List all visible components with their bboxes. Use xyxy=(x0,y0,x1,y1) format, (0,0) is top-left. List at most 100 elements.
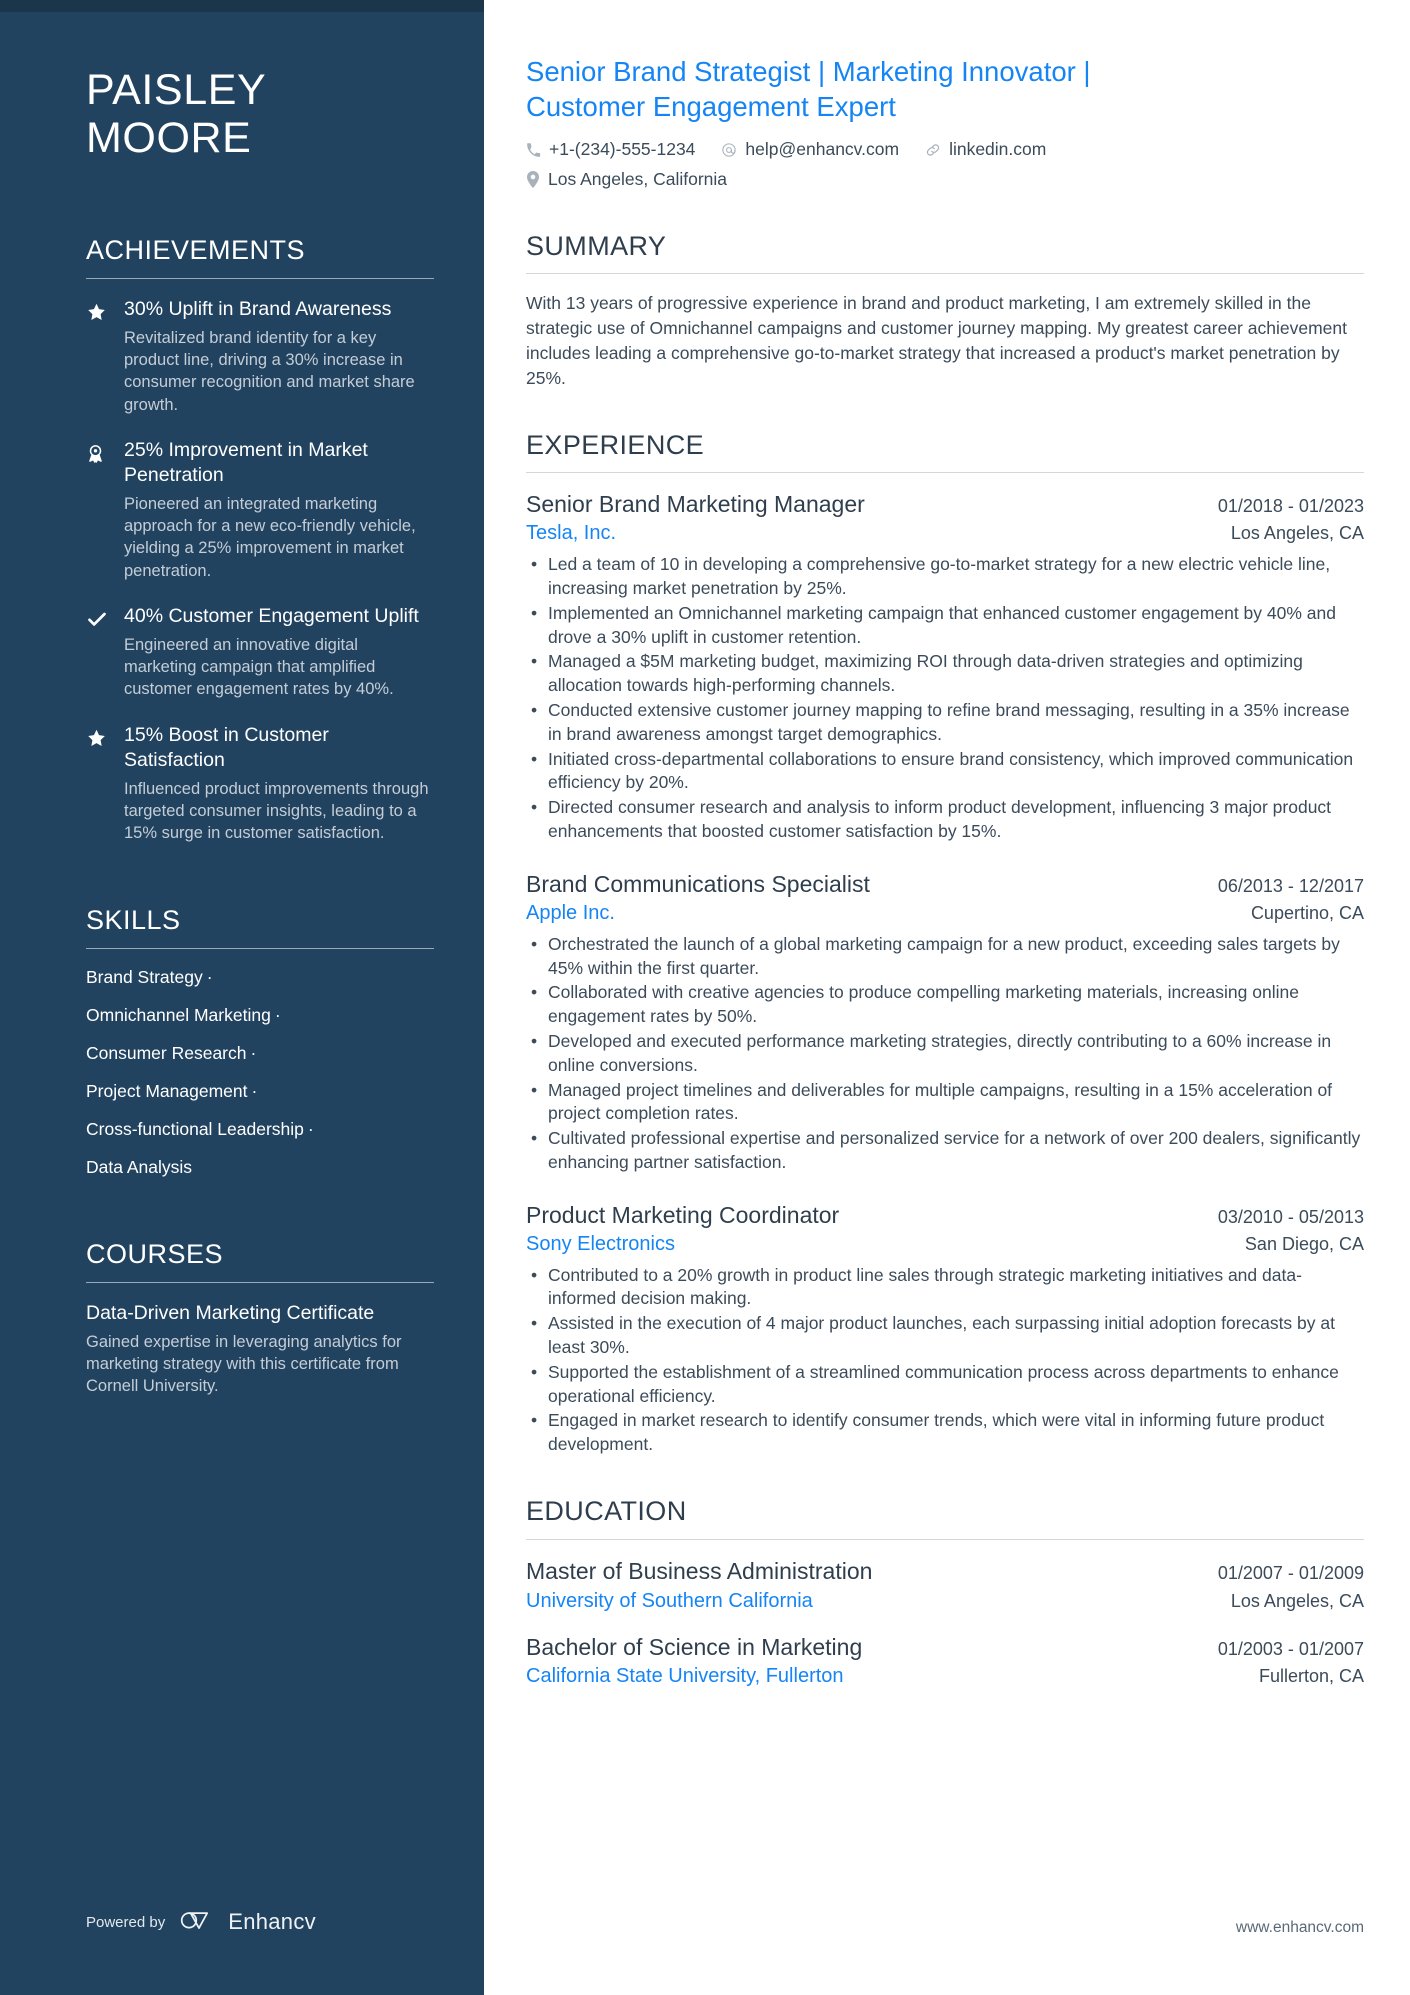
education-divider xyxy=(526,1538,1364,1540)
star-icon xyxy=(86,297,124,416)
experience-company-row: Tesla, Inc. Los Angeles, CA xyxy=(526,520,1364,547)
courses-divider xyxy=(86,1281,434,1283)
achievement-item: 40% Customer Engagement Uplift Engineere… xyxy=(86,604,434,701)
bullet-text: Orchestrated the launch of a global mark… xyxy=(548,933,1340,978)
candidate-last-name: MOORE xyxy=(86,114,252,163)
star-icon xyxy=(86,723,124,845)
achievement-title: 15% Boost in Customer Satisfaction xyxy=(124,723,329,771)
job-bullet: • Directed consumer research and analysis… xyxy=(526,796,1364,844)
bullet-text: Initiated cross-departmental collaborati… xyxy=(548,748,1354,793)
education-item: Bachelor of Science in Marketing 01/2003… xyxy=(526,1633,1364,1691)
achievements-heading: ACHIEVEMENTS xyxy=(86,235,306,266)
job-bullet: • Collaborated with creative agencies to … xyxy=(526,981,1364,1029)
contact-email-value: help@enhancv.com xyxy=(745,139,900,160)
skill-item: Data Analysis xyxy=(86,1157,434,1178)
courses-heading: COURSES xyxy=(86,1239,224,1270)
contact-email[interactable]: help@enhancv.com xyxy=(721,138,899,162)
award-ribbon-icon xyxy=(86,438,124,582)
course-description: Gained expertise in leveraging analytics… xyxy=(86,1332,402,1396)
link-icon xyxy=(925,142,941,158)
skill-label: Omnichannel Marketing xyxy=(86,1005,271,1026)
bullet-text: Engaged in market research to identify c… xyxy=(548,1410,1325,1455)
achievement-item: 25% Improvement in Market Penetration Pi… xyxy=(86,438,434,582)
job-title: Senior Brand Marketing Manager xyxy=(526,491,865,518)
skill-separator: · xyxy=(250,1043,257,1064)
job-bullet: • Initiated cross-departmental collaborat… xyxy=(526,748,1364,796)
enhancv-brand: Enhancv xyxy=(179,1907,316,1937)
experience-item: Product Marketing Coordinator 03/2010 - … xyxy=(526,1201,1364,1457)
job-title: Product Marketing Coordinator xyxy=(526,1201,840,1228)
experience-item: Senior Brand Marketing Manager 01/2018 -… xyxy=(526,490,1364,843)
skills-heading: SKILLS xyxy=(86,905,181,936)
bullet-text: Collaborated with creative agencies to p… xyxy=(548,982,1299,1027)
skill-separator: · xyxy=(206,967,213,988)
bullet-text: Supported the establishment of a streaml… xyxy=(548,1361,1339,1406)
job-company[interactable]: Tesla, Inc. xyxy=(526,520,616,547)
enhancv-brand-label: Enhancv xyxy=(228,1909,316,1934)
bullet-text: Led a team of 10 in developing a compreh… xyxy=(548,554,1331,599)
education-school[interactable]: California State University, Fullerton xyxy=(526,1662,844,1690)
achievement-item: 15% Boost in Customer Satisfaction Influ… xyxy=(86,723,434,845)
bullet-text: Managed project timelines and deliverabl… xyxy=(548,1079,1333,1124)
candidate-first-name: PAISLEY xyxy=(86,66,267,114)
education-location: Fullerton, CA xyxy=(1258,1666,1364,1687)
bullet-marker: • xyxy=(531,797,538,818)
experience-company-row: Sony Electronics San Diego, CA xyxy=(526,1231,1364,1258)
contact-phone[interactable]: +1-(234)-555-1234 xyxy=(526,138,695,162)
achievement-title: 25% Improvement in Market Penetration xyxy=(124,439,368,486)
job-bullet: • Managed project timelines and deliverab… xyxy=(526,1079,1364,1127)
bullet-marker: • xyxy=(531,1313,538,1334)
job-company[interactable]: Sony Electronics xyxy=(526,1231,675,1258)
skill-separator: · xyxy=(307,1119,314,1140)
skill-item: Consumer Research · xyxy=(86,1043,434,1064)
contact-list: +1-(234)-555-1234 help@enhancv.com linke… xyxy=(526,138,1166,191)
bullet-marker: • xyxy=(531,700,538,721)
experience-title-row: Senior Brand Marketing Manager 01/2018 -… xyxy=(526,490,1364,520)
skill-separator: · xyxy=(251,1081,258,1102)
education-degree: Bachelor of Science in Marketing xyxy=(526,1633,863,1660)
bullet-marker: • xyxy=(531,602,538,623)
job-bullet: • Led a team of 10 in developing a compre… xyxy=(526,553,1364,601)
bullet-text: Managed a $5M marketing budget, maximizi… xyxy=(548,651,1303,696)
bullet-text: Cultivated professional expertise and pe… xyxy=(548,1128,1361,1172)
bullet-marker: • xyxy=(531,1030,538,1051)
job-bullet: • Managed a $5M marketing budget, maximiz… xyxy=(526,650,1364,698)
achievement-description: Revitalized brand identity for a key pro… xyxy=(124,328,415,414)
education-school-row: California State University, Fullerton F… xyxy=(526,1662,1364,1690)
education-date-range: 01/2003 - 01/2007 xyxy=(1217,1638,1364,1659)
achievements-divider xyxy=(86,278,434,279)
enhancv-logo-icon xyxy=(179,1907,219,1937)
job-bullet: • Conducted extensive customer journey ma… xyxy=(526,699,1364,747)
education-date-range: 01/2007 - 01/2009 xyxy=(1217,1562,1364,1583)
bullet-text: Directed consumer research and analysis … xyxy=(548,797,1332,842)
job-date-range: 06/2013 - 12/2017 xyxy=(1217,875,1364,896)
achievement-item: 30% Uplift in Brand Awareness Revitalize… xyxy=(86,297,434,416)
skill-label: Data Analysis xyxy=(86,1157,193,1178)
education-school[interactable]: University of Southern California xyxy=(526,1587,813,1615)
location-pin-icon xyxy=(526,171,540,189)
contact-linkedin-value: linkedin.com xyxy=(949,139,1047,160)
check-icon xyxy=(86,604,124,701)
education-degree-row: Master of Business Administration 01/200… xyxy=(526,1557,1364,1587)
job-date-range: 03/2010 - 05/2013 xyxy=(1217,1206,1364,1227)
experience-company-row: Apple Inc. Cupertino, CA xyxy=(526,900,1364,927)
bullet-marker: • xyxy=(531,651,538,672)
experience-heading: EXPERIENCE xyxy=(526,429,705,460)
course-title: Data-Driven Marketing Certificate xyxy=(86,1301,375,1324)
contact-linkedin[interactable]: linkedin.com xyxy=(925,138,1046,162)
education-school-row: University of Southern California Los An… xyxy=(526,1587,1364,1615)
bullet-marker: • xyxy=(531,933,538,954)
education-heading: EDUCATION xyxy=(526,1495,687,1526)
job-location: Cupertino, CA xyxy=(1250,902,1364,923)
skill-item: Brand Strategy · xyxy=(86,967,434,988)
main-content: Senior Brand Strategist | Marketing Inno… xyxy=(484,0,1410,1995)
job-location: San Diego, CA xyxy=(1244,1233,1364,1254)
education-degree-row: Bachelor of Science in Marketing 01/2003… xyxy=(526,1633,1364,1663)
job-company[interactable]: Apple Inc. xyxy=(526,900,615,927)
education-degree: Master of Business Administration xyxy=(526,1557,873,1584)
bullet-marker: • xyxy=(531,1410,538,1431)
bullet-text: Assisted in the execution of 4 major pro… xyxy=(548,1313,1335,1357)
job-bullet: • Assisted in the execution of 4 major pr… xyxy=(526,1312,1364,1360)
skills-divider xyxy=(86,948,434,950)
bullet-marker: • xyxy=(531,1264,538,1285)
